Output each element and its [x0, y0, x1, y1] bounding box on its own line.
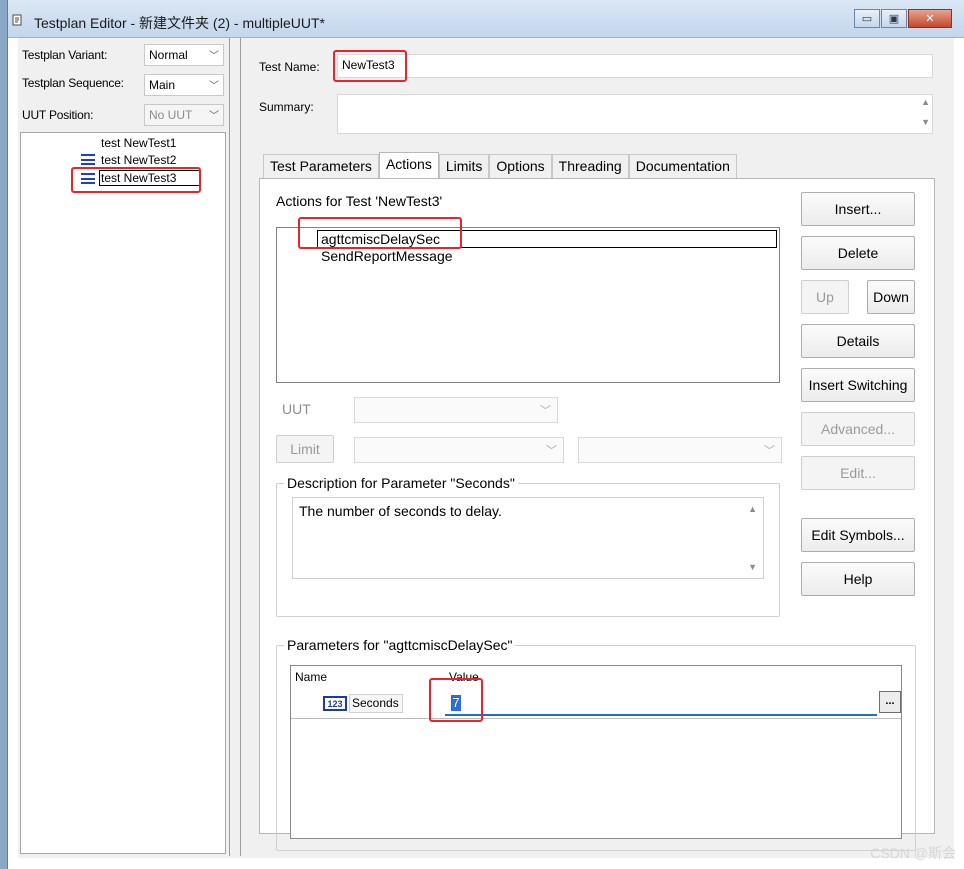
left-pane: Testplan Variant: Normal ﹀ Testplan Sequ…	[18, 38, 230, 856]
chevron-down-icon: ﹀	[546, 445, 557, 457]
uut-position-value: No UUT	[149, 108, 193, 122]
actions-title: Actions for Test 'NewTest3'	[276, 193, 443, 209]
details-button[interactable]: Details	[801, 324, 915, 358]
tab-options[interactable]: Options	[489, 154, 552, 178]
highlight-box	[333, 50, 407, 82]
actions-list[interactable]: agttcmiscDelaySec SendReportMessage	[276, 227, 780, 383]
advanced-button[interactable]: Advanced...	[801, 412, 915, 446]
variant-value: Normal	[149, 48, 188, 62]
actions-panel: Actions for Test 'NewTest3' agttcmiscDel…	[259, 178, 935, 851]
tab-documentation[interactable]: Documentation	[628, 154, 737, 178]
param-name-cell: Seconds	[349, 694, 403, 713]
column-header-name: Name	[295, 670, 328, 684]
summary-label: Summary:	[259, 100, 314, 114]
grid-row-divider	[291, 718, 901, 719]
parameters-grid[interactable]: Name Value 123 Seconds 7 ...	[290, 665, 902, 839]
tab-limits[interactable]: Limits	[438, 154, 490, 178]
scroll-down-icon[interactable]: ▼	[921, 117, 930, 127]
action-item-sendreport[interactable]: SendReportMessage	[321, 248, 453, 264]
limit-select-1[interactable]: ﹀	[354, 437, 564, 463]
edit-symbols-button[interactable]: Edit Symbols...	[801, 518, 915, 552]
tree-item-newtest2[interactable]: test NewTest2	[101, 153, 176, 167]
list-icon	[81, 154, 95, 165]
close-button[interactable]: ✕	[908, 9, 952, 28]
sequence-select[interactable]: Main ﹀	[144, 74, 224, 96]
chevron-down-icon: ﹀	[764, 445, 775, 457]
sequence-label: Testplan Sequence:	[22, 76, 124, 90]
variant-label: Testplan Variant:	[22, 48, 108, 62]
sequence-value: Main	[149, 78, 176, 92]
description-title: Description for Parameter "Seconds"	[284, 475, 518, 491]
param-browse-button[interactable]: ...	[879, 691, 901, 713]
highlight-box	[71, 167, 201, 193]
tab-strip: Test Parameters Actions Limits Options T…	[263, 152, 737, 178]
limit-select-2[interactable]: ﹀	[578, 437, 782, 463]
client-area: Testplan Variant: Normal ﹀ Testplan Sequ…	[18, 38, 954, 858]
help-button[interactable]: Help	[801, 562, 915, 596]
delete-button[interactable]: Delete	[801, 236, 915, 270]
limit-button[interactable]: Limit	[276, 435, 334, 463]
right-pane: Test Name: NewTest3 Summary: ▲ ▼ Test Pa…	[240, 38, 954, 856]
uut-select[interactable]: ﹀	[354, 397, 558, 423]
insert-button[interactable]: Insert...	[801, 192, 915, 226]
tree-item-newtest1[interactable]: test NewTest1	[101, 136, 176, 150]
scroll-up-icon[interactable]: ▲	[748, 504, 757, 514]
parameters-title: Parameters for "agttcmiscDelaySec"	[284, 637, 516, 653]
variant-select[interactable]: Normal ﹀	[144, 44, 224, 66]
uut-position-label: UUT Position:	[22, 108, 94, 122]
summary-field[interactable]: ▲ ▼	[337, 94, 933, 134]
maximize-button[interactable]: ▣	[881, 9, 907, 28]
highlight-box	[298, 217, 462, 249]
uut-position-select[interactable]: No UUT ﹀	[144, 104, 224, 126]
testplan-tree[interactable]: test NewTest1 test NewTest2 test NewTest…	[20, 132, 226, 854]
tab-test-parameters[interactable]: Test Parameters	[263, 154, 379, 178]
title-bar: Testplan Editor - 新建文件夹 (2) - multipleUU…	[8, 0, 964, 38]
app-icon	[12, 14, 22, 26]
description-text-value: The number of seconds to delay.	[299, 503, 502, 519]
scroll-down-icon[interactable]: ▼	[748, 562, 757, 572]
test-name-field[interactable]: NewTest3	[337, 54, 933, 78]
highlight-box	[429, 678, 483, 722]
scroll-up-icon[interactable]: ▲	[921, 97, 930, 107]
up-button[interactable]: Up	[801, 280, 849, 314]
insert-switching-button[interactable]: Insert Switching	[801, 368, 915, 402]
test-name-label: Test Name:	[259, 60, 320, 74]
tab-threading[interactable]: Threading	[551, 154, 629, 178]
chevron-down-icon: ﹀	[209, 81, 219, 92]
chevron-down-icon: ﹀	[209, 111, 219, 122]
window-left-border	[0, 0, 8, 869]
param-value-field[interactable]: 7	[445, 692, 877, 716]
chevron-down-icon: ﹀	[540, 405, 551, 417]
chevron-down-icon: ﹀	[209, 51, 219, 62]
window-title: Testplan Editor - 新建文件夹 (2) - multipleUU…	[34, 15, 325, 31]
tab-actions[interactable]: Actions	[378, 152, 439, 178]
down-button[interactable]: Down	[867, 280, 915, 314]
uut-label: UUT	[282, 401, 311, 417]
numeric-type-icon: 123	[323, 696, 347, 711]
minimize-button[interactable]: ▭	[854, 9, 880, 28]
edit-button[interactable]: Edit...	[801, 456, 915, 490]
watermark: CSDN @斯会	[870, 845, 956, 861]
description-text: The number of seconds to delay. ▲ ▼	[292, 497, 764, 579]
